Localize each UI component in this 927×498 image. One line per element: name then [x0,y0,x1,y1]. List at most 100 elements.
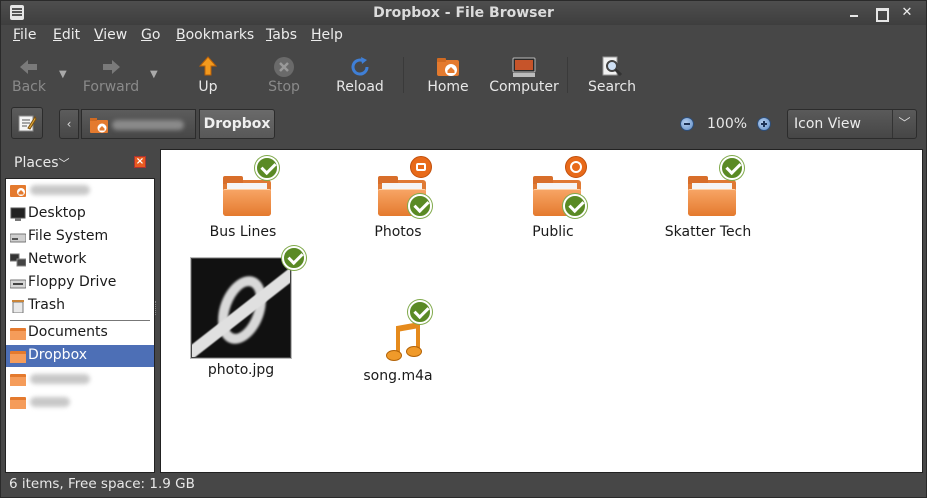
path-scroll-left-button[interactable]: ‹ [59,109,79,139]
file-name: Bus Lines [209,224,277,240]
side-pane-header: Places﹀ × [5,149,155,177]
stop-icon [274,57,294,77]
chevron-down-icon: ﹀ [892,110,916,138]
sync-complete-emblem-icon [408,300,432,324]
sidebar-item-bookmark[interactable] [6,391,154,413]
file-item-folder[interactable]: Skatter Tech [648,156,768,248]
folder-icon [10,351,26,363]
status-text: 6 items, Free space: 1.9 GB [9,476,195,492]
title-bar[interactable]: Dropbox - File Browser ✕ [1,1,926,25]
file-item-folder[interactable]: Photos [338,156,458,248]
sidebar-item-floppy-drive[interactable]: Floppy Drive [6,272,154,294]
search-icon [602,56,623,77]
menu-view[interactable]: View [94,27,127,43]
up-arrow-icon [198,56,218,76]
maximize-button[interactable] [873,5,889,22]
file-browser-window: Dropbox - File Browser ✕ File Edit View … [0,0,927,498]
toolbar-separator [403,57,404,93]
home-folder-icon [90,118,108,133]
sidebar-item-label-redacted [30,374,90,384]
sidebar-item-documents[interactable]: Documents [6,322,154,344]
folder-icon [688,176,736,216]
sync-complete-emblem-icon [408,194,432,218]
reload-icon [351,57,369,76]
photos-emblem-icon [410,156,432,178]
forward-arrow-icon [103,60,120,74]
folder-icon [223,176,271,216]
back-history-dropdown-icon[interactable]: ▼ [59,69,67,80]
edit-location-icon [18,115,37,132]
sidebar-item-bookmark[interactable] [6,368,154,390]
window-title: Dropbox - File Browser [373,5,554,21]
zoom-in-icon[interactable] [757,117,771,131]
places-selector[interactable]: Places﹀ [14,155,70,171]
zoom-level[interactable]: 100% [707,116,747,132]
view-mode-select[interactable]: Icon View ﹀ [787,109,917,139]
sidebar-item-label-redacted [30,185,90,195]
hard-drive-icon [10,233,26,243]
stop-button[interactable]: Stop [257,49,311,101]
zoom-out-icon[interactable] [680,117,694,131]
sidebar-item-network[interactable]: Network [6,249,154,271]
home-folder-icon [437,58,459,76]
sync-complete-emblem-icon [720,156,744,180]
home-button[interactable]: Home [421,49,475,101]
search-button[interactable]: Search [585,49,639,101]
back-button[interactable]: Back [5,49,53,101]
minimize-button[interactable] [846,5,862,21]
file-item-image[interactable]: photo.jpg [162,246,320,388]
floppy-drive-icon [10,279,26,289]
folder-icon [10,397,26,409]
folder-icon [10,374,26,386]
breadcrumb-current[interactable]: Dropbox [199,109,275,139]
forward-history-dropdown-icon[interactable]: ▼ [150,69,158,80]
file-item-folder[interactable]: Public [493,156,613,248]
music-note-icon [386,321,426,364]
places-list: Desktop File System Network Floppy Drive… [5,178,155,473]
sidebar-item-file-system[interactable]: File System [6,226,154,248]
home-folder-icon [10,185,26,197]
close-side-pane-button[interactable]: × [134,156,146,168]
network-icon [10,253,26,267]
computer-button[interactable]: Computer [489,49,559,101]
menu-file[interactable]: File [13,27,36,43]
file-name: Photos [374,224,422,240]
sync-complete-emblem-icon [282,246,306,270]
file-name: song.m4a [363,368,433,384]
menu-bookmarks[interactable]: Bookmarks [176,27,254,43]
sidebar-item-trash[interactable]: Trash [6,295,154,317]
file-icon-view[interactable]: Bus Lines Photos Public Skatter Tech pho… [160,149,923,473]
reload-button[interactable]: Reload [331,49,389,101]
file-item-audio[interactable]: song.m4a [338,300,458,392]
menu-edit[interactable]: Edit [53,27,80,43]
file-name: Skatter Tech [664,224,752,240]
breadcrumb-home[interactable] [81,109,196,139]
toolbar: Back ▼ Forward ▼ Up Stop Reload Home Com… [1,49,926,101]
close-window-button[interactable]: ✕ [899,5,915,21]
sidebar-item-label-redacted [30,397,70,407]
toolbar-separator [567,57,568,93]
computer-icon [512,57,536,77]
menu-go[interactable]: Go [141,27,160,43]
breadcrumb-home-label-redacted [112,120,184,130]
menu-help[interactable]: Help [311,27,343,43]
file-name: Public [532,224,574,240]
public-globe-emblem-icon [565,156,587,178]
location-bar: ‹ Dropbox 100% Icon View ﹀ [1,105,926,145]
trash-icon [12,300,24,313]
sidebar-item-desktop[interactable]: Desktop [6,203,154,225]
chevron-down-icon: ﹀ [58,157,70,170]
file-item-folder[interactable]: Bus Lines [183,156,303,248]
sidebar-item-home[interactable] [6,179,154,201]
sync-complete-emblem-icon [563,194,587,218]
up-button[interactable]: Up [181,49,235,101]
folder-icon [10,328,26,340]
pane-resize-handle[interactable] [155,301,159,315]
forward-button[interactable]: Forward [79,49,143,101]
sidebar-item-dropbox[interactable]: Dropbox [6,345,154,367]
toggle-location-entry-button[interactable] [11,107,43,139]
file-name: photo.jpg [207,362,275,378]
sidebar-divider [10,320,150,321]
menu-tabs[interactable]: Tabs [266,27,297,43]
menu-bar: File Edit View Go Bookmarks Tabs Help [1,25,926,47]
